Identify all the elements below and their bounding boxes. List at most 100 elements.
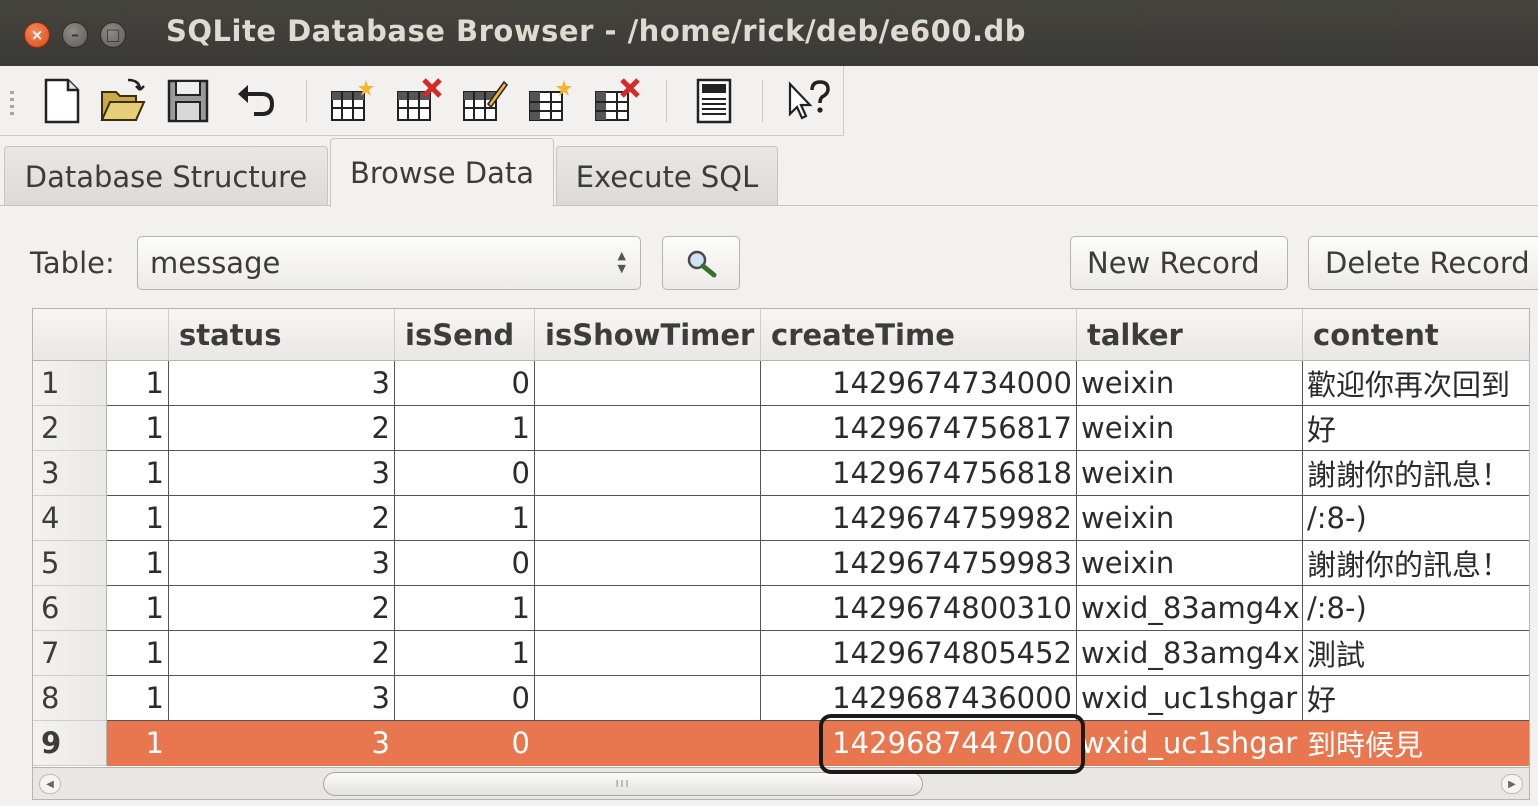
toolbar-grip[interactable]	[10, 91, 14, 115]
cell-c0[interactable]: 1	[107, 721, 169, 766]
cell-issend[interactable]: 1	[395, 631, 535, 676]
cell-talker[interactable]: weixin	[1077, 496, 1303, 541]
cell-talker[interactable]: weixin	[1077, 451, 1303, 496]
cell-issend[interactable]: 1	[395, 586, 535, 631]
cell-c0[interactable]: 1	[107, 541, 169, 586]
cell-talker[interactable]: weixin	[1077, 361, 1303, 406]
cell-isshowtimer[interactable]	[535, 406, 761, 451]
create-index-icon[interactable]	[526, 76, 574, 126]
cell-content[interactable]: /:8-)	[1303, 586, 1529, 631]
corner-header[interactable]	[33, 309, 107, 361]
undo-icon[interactable]	[232, 76, 280, 126]
cell-issend[interactable]: 0	[395, 676, 535, 721]
window-close-button[interactable]: ×	[24, 22, 50, 48]
cell-talker[interactable]: weixin	[1077, 541, 1303, 586]
cell-status[interactable]: 2	[169, 406, 395, 451]
cell-content[interactable]: 到時候見	[1303, 721, 1529, 766]
cell-createtime[interactable]: 1429674759983	[761, 541, 1077, 586]
save-icon[interactable]	[164, 76, 212, 126]
cell-isshowtimer[interactable]	[535, 451, 761, 496]
cell-status[interactable]: 3	[169, 541, 395, 586]
row-header[interactable]: 3	[33, 451, 107, 496]
cell-isshowtimer[interactable]	[535, 721, 761, 766]
row-header[interactable]: 7	[33, 631, 107, 676]
new-record-button[interactable]: New Record	[1070, 236, 1288, 290]
cell-c0[interactable]: 1	[107, 406, 169, 451]
horizontal-scrollbar[interactable]: ◀ III ▶	[32, 768, 1530, 800]
cell-talker[interactable]: wxid_uc1shgar	[1077, 676, 1303, 721]
cell-issend[interactable]: 0	[395, 361, 535, 406]
cell-content[interactable]: 好	[1303, 406, 1529, 451]
cell-c0[interactable]: 1	[107, 676, 169, 721]
row-header[interactable]: 1	[33, 361, 107, 406]
column-header-createtime[interactable]: createTime	[761, 309, 1077, 361]
cell-createtime[interactable]: 1429674756818	[761, 451, 1077, 496]
cell-c0[interactable]: 1	[107, 496, 169, 541]
cell-isshowtimer[interactable]	[535, 541, 761, 586]
cell-talker[interactable]: weixin	[1077, 406, 1303, 451]
create-table-icon[interactable]	[328, 76, 376, 126]
delete-table-icon[interactable]	[394, 76, 442, 126]
cell-status[interactable]: 3	[169, 451, 395, 496]
window-maximize-button[interactable]: □	[100, 22, 126, 48]
cell-issend[interactable]: 0	[395, 541, 535, 586]
column-header[interactable]	[107, 309, 169, 361]
cell-status[interactable]: 2	[169, 496, 395, 541]
new-file-icon[interactable]	[38, 76, 86, 126]
cell-content[interactable]: 測試	[1303, 631, 1529, 676]
window-minimize-button[interactable]: –	[62, 22, 88, 48]
scroll-left-icon[interactable]: ◀	[39, 774, 61, 794]
cell-c0[interactable]: 1	[107, 451, 169, 496]
delete-record-button[interactable]: Delete Record	[1308, 236, 1538, 290]
row-header[interactable]: 2	[33, 406, 107, 451]
column-header-status[interactable]: status	[169, 309, 395, 361]
cell-isshowtimer[interactable]	[535, 586, 761, 631]
log-icon[interactable]	[690, 76, 738, 126]
tab-browse-data[interactable]: Browse Data	[330, 138, 554, 207]
cell-talker[interactable]: wxid_uc1shgar	[1077, 721, 1303, 766]
cell-status[interactable]: 3	[169, 721, 395, 766]
whats-this-icon[interactable]	[784, 76, 832, 126]
column-header-talker[interactable]: talker	[1077, 309, 1303, 361]
cell-issend[interactable]: 1	[395, 496, 535, 541]
cell-c0[interactable]: 1	[107, 361, 169, 406]
row-header[interactable]: 4	[33, 496, 107, 541]
cell-status[interactable]: 2	[169, 586, 395, 631]
cell-content[interactable]: 謝謝你的訊息！	[1303, 451, 1529, 496]
cell-issend[interactable]: 0	[395, 721, 535, 766]
cell-createtime[interactable]: 1429674759982	[761, 496, 1077, 541]
delete-index-icon[interactable]	[592, 76, 640, 126]
cell-createtime[interactable]: 1429674805452	[761, 631, 1077, 676]
modify-table-icon[interactable]	[460, 76, 508, 126]
tab-database-structure[interactable]: Database Structure	[4, 146, 328, 206]
row-header[interactable]: 9	[33, 721, 107, 766]
cell-c0[interactable]: 1	[107, 631, 169, 676]
cell-createtime[interactable]: 1429674734000	[761, 361, 1077, 406]
cell-status[interactable]: 2	[169, 631, 395, 676]
row-header[interactable]: 5	[33, 541, 107, 586]
cell-content[interactable]: /:8-)	[1303, 496, 1529, 541]
cell-isshowtimer[interactable]	[535, 676, 761, 721]
cell-content[interactable]: 好	[1303, 676, 1529, 721]
cell-createtime[interactable]: 1429674756817	[761, 406, 1077, 451]
cell-createtime[interactable]: 1429674800310	[761, 586, 1077, 631]
cell-talker[interactable]: wxid_83amg4x	[1077, 631, 1303, 676]
search-button[interactable]	[662, 236, 740, 290]
tab-execute-sql[interactable]: Execute SQL	[556, 146, 778, 206]
cell-isshowtimer[interactable]	[535, 496, 761, 541]
cell-c0[interactable]: 1	[107, 586, 169, 631]
column-header-content[interactable]: content	[1303, 309, 1529, 361]
data-grid[interactable]: status isSend isShowTimer createTime tal…	[32, 308, 1530, 768]
cell-content[interactable]: 歡迎你再次回到	[1303, 361, 1529, 406]
cell-isshowtimer[interactable]	[535, 631, 761, 676]
cell-status[interactable]: 3	[169, 361, 395, 406]
row-header[interactable]: 8	[33, 676, 107, 721]
cell-talker[interactable]: wxid_83amg4x	[1077, 586, 1303, 631]
cell-issend[interactable]: 1	[395, 406, 535, 451]
cell-status[interactable]: 3	[169, 676, 395, 721]
scrollbar-thumb[interactable]: III	[323, 772, 923, 796]
column-header-issend[interactable]: isSend	[395, 309, 535, 361]
column-header-isshowtimer[interactable]: isShowTimer	[535, 309, 761, 361]
open-folder-icon[interactable]	[98, 76, 146, 126]
scroll-right-icon[interactable]: ▶	[1501, 774, 1523, 794]
